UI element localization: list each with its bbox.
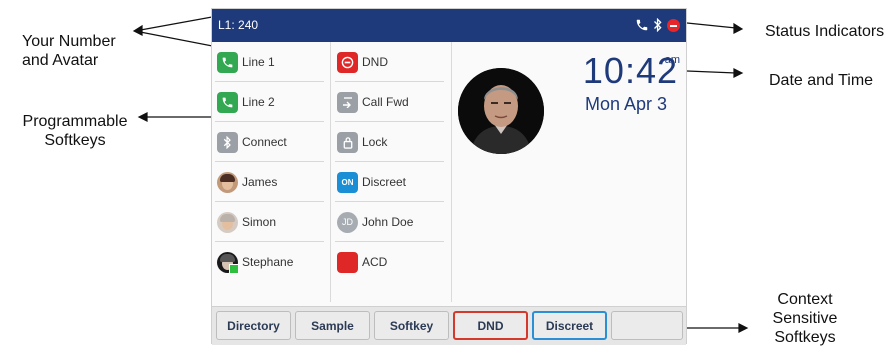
softkey-lock[interactable]: Lock [332, 122, 450, 162]
empty-context-button[interactable] [611, 311, 683, 340]
user-avatar [458, 68, 544, 154]
annotation-line: Softkeys [774, 329, 836, 346]
softkey-john-doe[interactable]: JD John Doe [332, 202, 450, 242]
context-annotation: Context Sensitive Softkeys [750, 290, 860, 347]
bluetooth-icon [217, 131, 238, 153]
softkey-column-left: Line 1 Line 2 Connect James Simon Stepha… [212, 42, 331, 302]
softkey-james[interactable]: James [212, 162, 330, 202]
avatar-icon [217, 171, 238, 193]
softkey-line-2[interactable]: Line 2 [212, 82, 330, 122]
dnd-icon [337, 51, 358, 73]
annotation-line: and Avatar [22, 52, 99, 69]
status-bar: L1: 240 [212, 9, 686, 42]
softkey-label: Line 1 [242, 55, 275, 69]
programmable-softkeys: Line 1 Line 2 Connect James Simon Stepha… [212, 42, 450, 330]
context-softkey-bar: Directory Sample Softkey DND Discreet [212, 306, 686, 345]
annotation-line: Context [777, 291, 833, 308]
softkey-button[interactable]: Softkey [374, 311, 449, 340]
status-arrowhead [733, 22, 744, 34]
softkey-label: Connect [242, 135, 287, 149]
dnd-context-button[interactable]: DND [453, 311, 528, 340]
clock-ampm: am [664, 54, 680, 66]
bluetooth-icon [653, 18, 663, 32]
annotation-line: Sensitive [772, 310, 838, 327]
avatar-icon [217, 211, 238, 233]
annotation-line: Programmable [22, 113, 128, 130]
softkey-stephane[interactable]: Stephane [212, 242, 330, 282]
softkey-simon[interactable]: Simon [212, 202, 330, 242]
number-pointer-line [134, 16, 213, 32]
status-indicators [635, 15, 680, 35]
softkey-label: Lock [362, 135, 388, 149]
clock: 10:42 am [583, 52, 680, 90]
toggle-on-icon: ON [337, 171, 358, 193]
lock-icon [337, 131, 358, 153]
phone-icon [217, 91, 238, 113]
annotation-line: Your Number [22, 33, 116, 50]
datetime-annotation: Date and Time [769, 72, 874, 89]
programmable-arrowhead [137, 112, 148, 122]
home-info-panel: 10:42 am Mon Apr 3 [451, 42, 688, 302]
avatar-icon: JD [337, 211, 358, 233]
softkey-label: James [242, 175, 278, 189]
phone-icon [635, 18, 649, 32]
presence-icon [229, 263, 239, 274]
softkey-call-fwd[interactable]: Call Fwd [332, 82, 450, 122]
directory-button[interactable]: Directory [216, 311, 291, 340]
datetime-pointer-line [686, 70, 737, 74]
sample-button[interactable]: Sample [295, 311, 370, 340]
softkey-label: DND [362, 55, 388, 69]
acd-icon [337, 251, 358, 273]
datetime-arrowhead [733, 68, 744, 78]
phone-screen: L1: 240 Line 1 Line 2 Connect James Simo… [211, 8, 688, 345]
softkey-label: ACD [362, 255, 388, 269]
call-forward-icon [337, 91, 358, 113]
softkey-acd[interactable]: ACD [332, 242, 450, 282]
avatar-icon [217, 251, 239, 274]
softkey-label: Simon [242, 215, 277, 229]
softkey-column-right: DND Call Fwd Lock ON Discreet JD John Do… [332, 42, 450, 282]
softkey-line-1[interactable]: Line 1 [212, 42, 330, 82]
softkey-label: Discreet [362, 175, 407, 189]
annotation-line: Softkeys [44, 132, 106, 149]
dnd-status-icon [667, 18, 680, 32]
softkey-label: Stephane [242, 255, 294, 269]
softkey-discreet[interactable]: ON Discreet [332, 162, 450, 202]
softkey-connect[interactable]: Connect [212, 122, 330, 162]
your-number-annotation: Your Number and Avatar [22, 32, 116, 70]
softkey-dnd[interactable]: DND [332, 42, 450, 82]
softkey-label: Line 2 [242, 95, 275, 109]
softkey-label: Call Fwd [362, 95, 409, 109]
softkey-label: John Doe [362, 215, 414, 229]
programmable-annotation: Programmable Softkeys [12, 112, 138, 150]
clock-date: Mon Apr 3 [584, 94, 667, 114]
phone-icon [217, 51, 238, 73]
status-annotation: Status Indicators [765, 23, 885, 40]
discreet-context-button[interactable]: Discreet [532, 311, 607, 340]
context-arrowhead [738, 323, 749, 333]
status-pointer-line [686, 22, 737, 29]
line-number: L1: 240 [218, 18, 259, 32]
